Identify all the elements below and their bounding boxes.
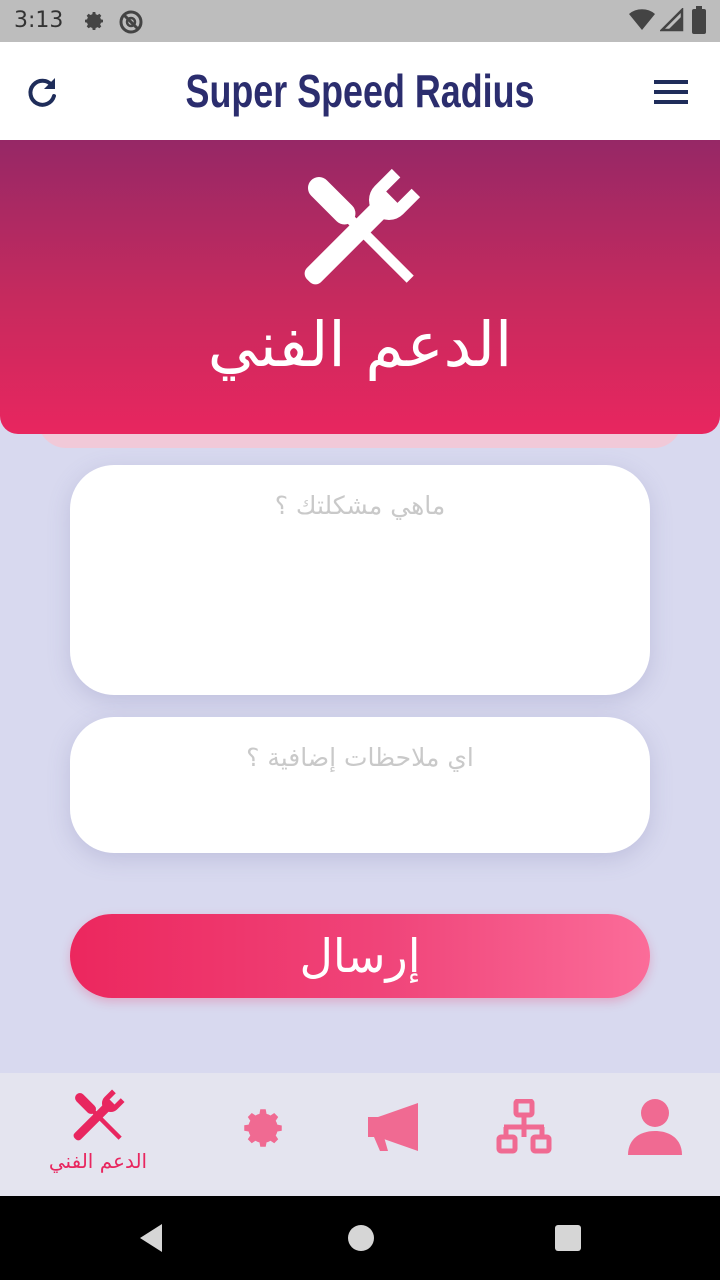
user-icon — [626, 1097, 684, 1159]
menu-icon[interactable] — [650, 72, 692, 112]
gear-icon — [82, 9, 106, 37]
system-nav-bar — [0, 1196, 720, 1280]
tools-icon — [68, 1087, 128, 1149]
nav-item-support[interactable]: الدعم الفني — [28, 1073, 168, 1196]
bottom-nav: الدعم الفني — [0, 1073, 720, 1196]
refresh-icon[interactable] — [22, 72, 62, 112]
nav-item-network[interactable] — [490, 1073, 560, 1196]
battery-icon — [692, 6, 706, 38]
recents-icon[interactable] — [555, 1225, 581, 1255]
nav-item-settings[interactable] — [226, 1073, 298, 1196]
app-title: Super Speed Radius — [185, 65, 535, 117]
status-bar: 3:13 — [0, 0, 720, 42]
gear-icon — [238, 1103, 288, 1157]
nav-item-announcements[interactable] — [356, 1073, 436, 1196]
do-not-disturb-icon — [118, 9, 144, 39]
home-icon[interactable] — [347, 1224, 375, 1256]
nav-label-support: الدعم الفني — [48, 1149, 148, 1173]
nav-item-profile[interactable] — [618, 1073, 692, 1196]
notes-input[interactable] — [70, 717, 650, 853]
problem-input[interactable] — [70, 465, 650, 695]
app-bar: Super Speed Radius — [0, 42, 720, 140]
problem-field[interactable] — [70, 465, 650, 695]
back-icon[interactable] — [136, 1222, 166, 1258]
support-banner: الدعم الفني — [0, 140, 720, 434]
tools-icon — [292, 164, 428, 294]
submit-button[interactable]: إرسال — [70, 914, 650, 998]
notes-field[interactable] — [70, 717, 650, 853]
signal-icon — [658, 6, 684, 36]
network-icon — [496, 1098, 552, 1159]
status-time: 3:13 — [14, 8, 64, 33]
wifi-icon — [628, 8, 656, 36]
megaphone-icon — [364, 1099, 422, 1159]
banner-title: الدعم الفني — [207, 308, 513, 381]
